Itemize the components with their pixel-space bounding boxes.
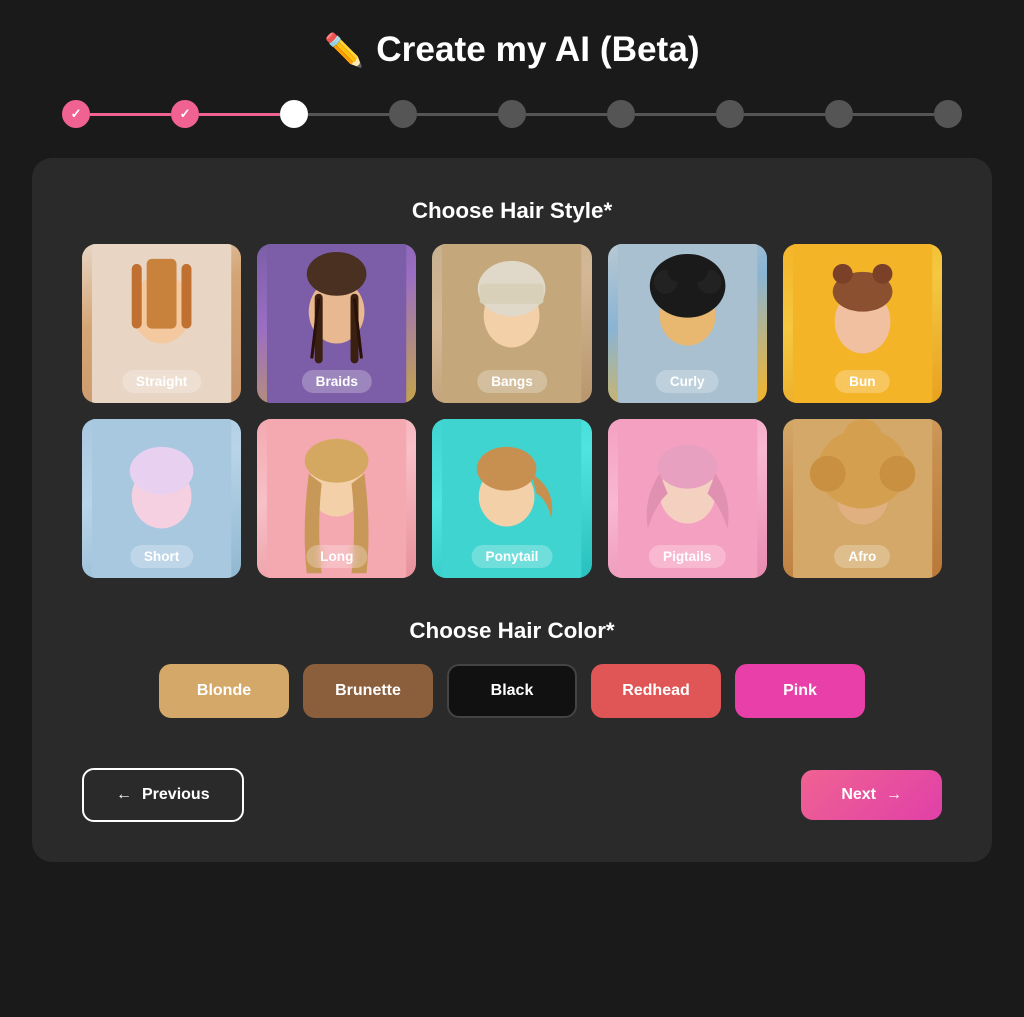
hair-color-title: Choose Hair Color*	[82, 618, 942, 644]
hair-style-title: Choose Hair Style*	[82, 198, 942, 224]
pencil-icon: ✏️	[324, 31, 364, 69]
arrow-right-icon: →	[886, 786, 902, 804]
color-black-button[interactable]: Black	[447, 664, 577, 718]
progress-line-8-9	[853, 113, 934, 116]
pigtails-label: Pigtails	[649, 545, 725, 568]
progress-line-5-6	[526, 113, 607, 116]
hair-style-braids[interactable]: Braids	[257, 244, 416, 403]
color-blonde-button[interactable]: Blonde	[159, 664, 289, 718]
progress-step-3	[280, 100, 308, 128]
hair-style-short[interactable]: Short	[82, 419, 241, 578]
navigation-buttons: ← Previous Next →	[82, 768, 942, 822]
progress-line-2-3	[199, 113, 280, 116]
hair-style-straight[interactable]: Straight	[82, 244, 241, 403]
hair-style-section: Choose Hair Style* Straight	[82, 198, 942, 578]
hair-style-bun[interactable]: Bun	[783, 244, 942, 403]
next-button[interactable]: Next →	[801, 770, 942, 820]
color-brunette-button[interactable]: Brunette	[303, 664, 433, 718]
afro-label: Afro	[834, 545, 890, 568]
hair-style-afro[interactable]: Afro	[783, 419, 942, 578]
progress-step-6	[607, 100, 635, 128]
progress-bar: ✓ ✓	[32, 100, 992, 128]
arrow-left-icon: ←	[116, 786, 132, 804]
main-card: Choose Hair Style* Straight	[32, 158, 992, 862]
previous-button[interactable]: ← Previous	[82, 768, 244, 822]
bangs-label: Bangs	[477, 370, 547, 393]
progress-line-6-7	[635, 113, 716, 116]
progress-line-1-2	[90, 113, 171, 116]
previous-label: Previous	[142, 786, 210, 804]
curly-label: Curly	[656, 370, 719, 393]
hair-style-grid: Straight Braids	[82, 244, 942, 578]
next-label: Next	[841, 786, 876, 804]
hair-style-curly[interactable]: Curly	[608, 244, 767, 403]
progress-step-5	[498, 100, 526, 128]
progress-line-4-5	[417, 113, 498, 116]
hair-color-section: Choose Hair Color* Blonde Brunette Black…	[82, 618, 942, 718]
ponytail-label: Ponytail	[472, 545, 553, 568]
long-label: Long	[306, 545, 367, 568]
progress-line-7-8	[744, 113, 825, 116]
short-label: Short	[130, 545, 194, 568]
hair-style-pigtails[interactable]: Pigtails	[608, 419, 767, 578]
bun-label: Bun	[835, 370, 889, 393]
progress-step-7	[716, 100, 744, 128]
progress-step-9	[934, 100, 962, 128]
progress-line-3-4	[308, 113, 389, 116]
page-title: ✏️ Create my AI (Beta)	[324, 30, 699, 70]
straight-label: Straight	[122, 370, 201, 393]
progress-step-4	[389, 100, 417, 128]
color-redhead-button[interactable]: Redhead	[591, 664, 721, 718]
hair-color-buttons: Blonde Brunette Black Redhead Pink	[82, 664, 942, 718]
hair-style-bangs[interactable]: Bangs	[432, 244, 591, 403]
progress-step-2: ✓	[171, 100, 199, 128]
hair-style-ponytail[interactable]: Ponytail	[432, 419, 591, 578]
color-pink-button[interactable]: Pink	[735, 664, 865, 718]
hair-style-long[interactable]: Long	[257, 419, 416, 578]
braids-label: Braids	[302, 370, 372, 393]
progress-step-1: ✓	[62, 100, 90, 128]
progress-step-8	[825, 100, 853, 128]
